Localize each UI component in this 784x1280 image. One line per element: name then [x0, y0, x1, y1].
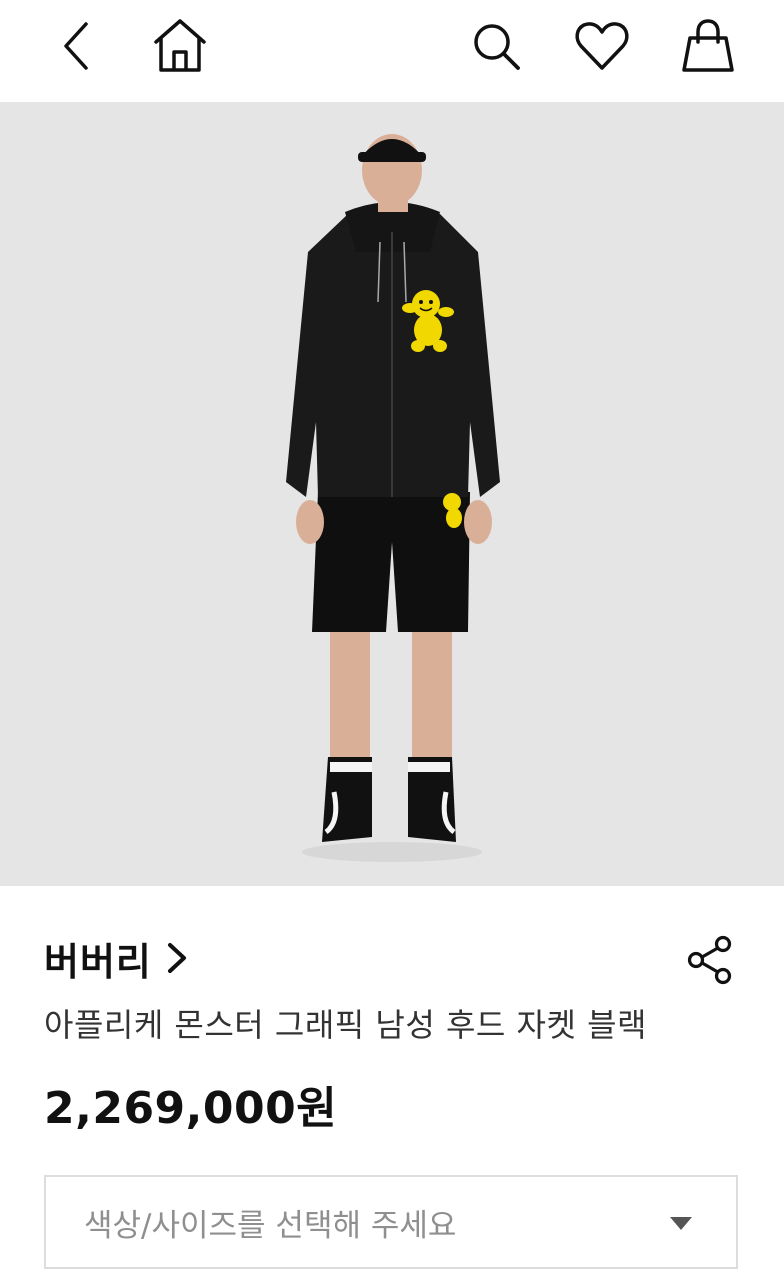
product-photo-illustration	[0, 102, 784, 886]
home-button[interactable]	[150, 16, 210, 76]
heart-icon	[575, 22, 629, 70]
chevron-left-icon	[64, 22, 88, 70]
home-icon	[154, 19, 206, 72]
product-image[interactable]	[0, 102, 784, 886]
wishlist-button[interactable]	[572, 16, 632, 76]
top-navigation-bar	[0, 0, 784, 102]
option-select[interactable]: 색상/사이즈를 선택해 주세요	[44, 1175, 738, 1269]
search-button[interactable]	[466, 16, 526, 76]
brand-link[interactable]: 버버리	[44, 932, 188, 984]
search-icon	[474, 24, 520, 70]
brand-name: 버버리	[44, 939, 152, 984]
cart-button[interactable]	[678, 16, 738, 76]
product-price: 2,269,000원	[44, 1083, 338, 1134]
share-icon	[687, 935, 732, 985]
back-button[interactable]	[46, 16, 106, 76]
product-title: 아플리케 몬스터 그래픽 남성 후드 자켓 블랙	[44, 1006, 647, 1044]
option-select-placeholder: 색상/사이즈를 선택해 주세요	[84, 1207, 457, 1244]
chevron-right-icon	[166, 941, 188, 975]
shopping-bag-icon	[682, 19, 734, 72]
share-button[interactable]	[684, 934, 736, 986]
caret-down-icon	[670, 1217, 692, 1230]
